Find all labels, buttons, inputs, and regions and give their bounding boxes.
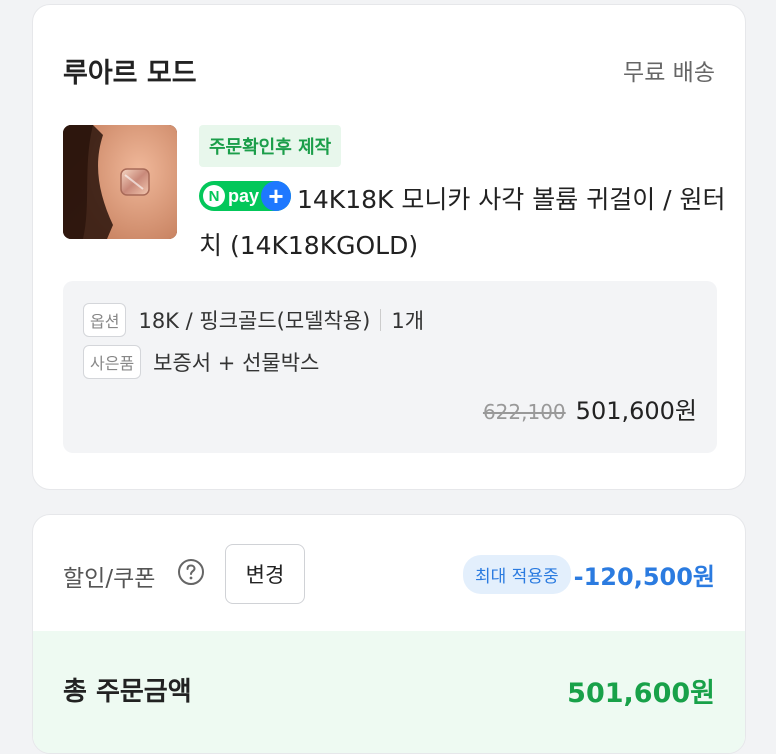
question-circle-icon[interactable] — [177, 558, 205, 586]
npay-plus-badge: N pay + — [199, 181, 291, 211]
divider — [380, 309, 382, 331]
option-row: 옵션 18K / 핑크골드(모델착용) 1개 — [83, 303, 424, 337]
product-card: 루아르 모드 무료 배송 주문확인후 제작 14K18K 모니카 사각 볼륨 귀… — [32, 4, 746, 490]
made-to-order-badge: 주문확인후 제작 — [199, 125, 342, 167]
npay-n-icon: N — [203, 185, 225, 207]
gift-row: 사은품 보증서 + 선물박스 — [83, 345, 319, 379]
shipping-info: 무료 배송 — [623, 60, 715, 86]
change-coupon-button[interactable]: 변경 — [225, 544, 305, 604]
original-price: 622,100 — [482, 400, 566, 424]
store-name[interactable]: 루아르 모드 — [63, 51, 197, 90]
option-tag: 옵션 — [83, 303, 127, 337]
total-strip: 총 주문금액 501,600원 — [33, 631, 745, 753]
sale-price: 501,600원 — [575, 397, 697, 425]
total-value: 501,600원 — [567, 678, 715, 709]
gift-value: 보증서 + 선물박스 — [153, 351, 320, 375]
npay-label: pay — [228, 185, 260, 206]
max-applied-badge: 최대 적용중 — [463, 555, 571, 594]
earring-product-photo — [63, 125, 177, 239]
coupon-label: 할인/쿠폰 — [63, 566, 156, 592]
gift-tag: 사은품 — [83, 345, 142, 379]
option-value: 18K / 핑크골드(모델착용) — [138, 309, 371, 333]
price-row: 622,100 501,600원 — [483, 391, 697, 426]
payment-card: 할인/쿠폰 변경 최대 적용중 -120,500원 총 주문금액 501,600… — [32, 514, 746, 754]
quantity: 1개 — [391, 309, 425, 333]
total-label: 총 주문금액 — [63, 677, 192, 707]
option-summary: 옵션 18K / 핑크골드(모델착용) 1개 사은품 보증서 + 선물박스 62… — [63, 281, 717, 453]
product-thumbnail[interactable] — [63, 125, 177, 239]
plus-icon: + — [261, 181, 291, 211]
discount-amount: -120,500원 — [573, 563, 715, 591]
